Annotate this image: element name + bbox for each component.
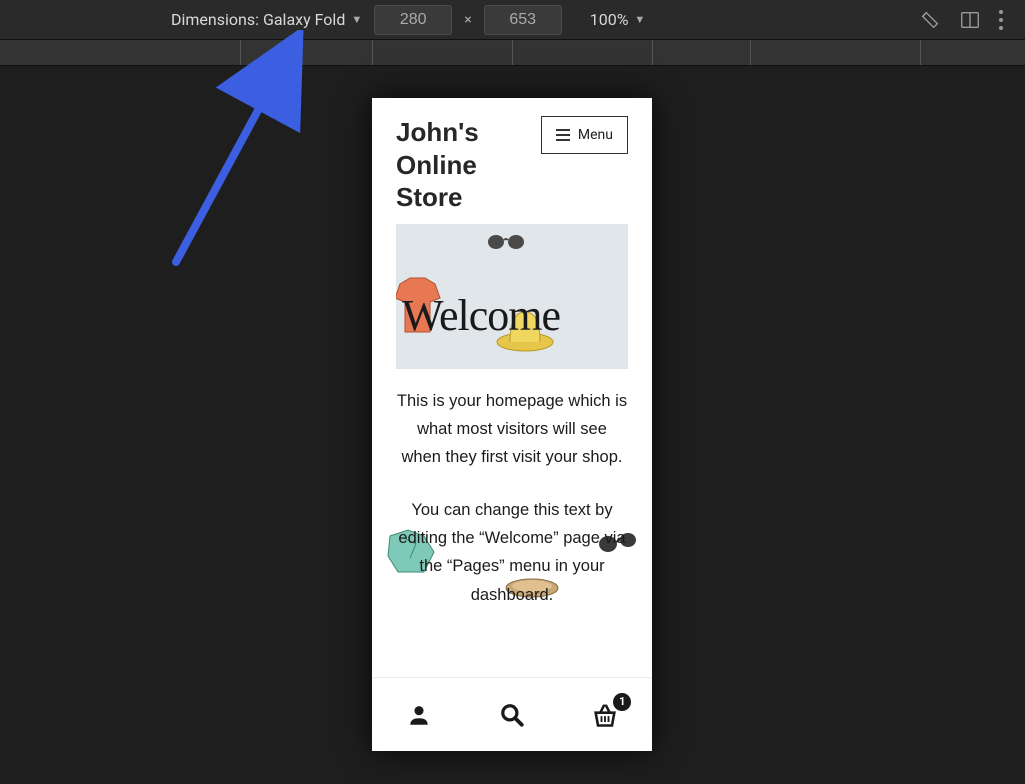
cart-button[interactable]: 1	[589, 699, 621, 731]
viewport-width-input[interactable]	[374, 5, 452, 35]
dual-screen-icon[interactable]	[959, 9, 981, 31]
user-icon	[406, 702, 432, 728]
search-button[interactable]	[496, 699, 528, 731]
viewport-height-input[interactable]	[484, 5, 562, 35]
store-title: John's Online Store	[396, 116, 541, 214]
store-header: John's Online Store Menu	[372, 98, 652, 224]
annotation-arrow	[168, 30, 328, 270]
cart-count-badge: 1	[613, 693, 631, 711]
bottom-nav: 1	[372, 677, 652, 751]
toolbar-right-group	[919, 9, 1009, 31]
hamburger-icon	[556, 129, 570, 141]
devtools-device-toolbar: Dimensions: Galaxy Fold ▼ × 100% ▼	[0, 0, 1025, 40]
dimension-separator: ×	[464, 12, 471, 28]
zoom-value: 100%	[590, 10, 629, 29]
menu-button-label: Menu	[578, 127, 613, 143]
sunglasses-icon	[486, 230, 526, 252]
caret-down-icon: ▼	[351, 13, 362, 26]
welcome-heading: Welcome	[396, 290, 628, 341]
caret-down-icon: ▼	[634, 13, 645, 26]
homepage-paragraph-1: This is your homepage which is what most…	[396, 369, 628, 478]
search-icon	[499, 702, 525, 728]
zoom-dropdown[interactable]: 100% ▼	[590, 10, 646, 29]
more-options-icon[interactable]	[999, 10, 1003, 30]
welcome-hero: Welcome	[396, 224, 628, 369]
menu-button[interactable]: Menu	[541, 116, 628, 154]
homepage-paragraph-2: You can change this text by editing the …	[396, 478, 628, 616]
store-body: Welcome This is your homepage which is w…	[372, 224, 652, 616]
ruler-bar	[0, 40, 1025, 66]
rotate-icon[interactable]	[919, 9, 941, 31]
device-dropdown[interactable]: Dimensions: Galaxy Fold ▼	[171, 10, 362, 29]
device-dropdown-label: Dimensions: Galaxy Fold	[171, 10, 345, 29]
device-viewport: John's Online Store Menu Welcome This is…	[372, 98, 652, 751]
account-button[interactable]	[403, 699, 435, 731]
